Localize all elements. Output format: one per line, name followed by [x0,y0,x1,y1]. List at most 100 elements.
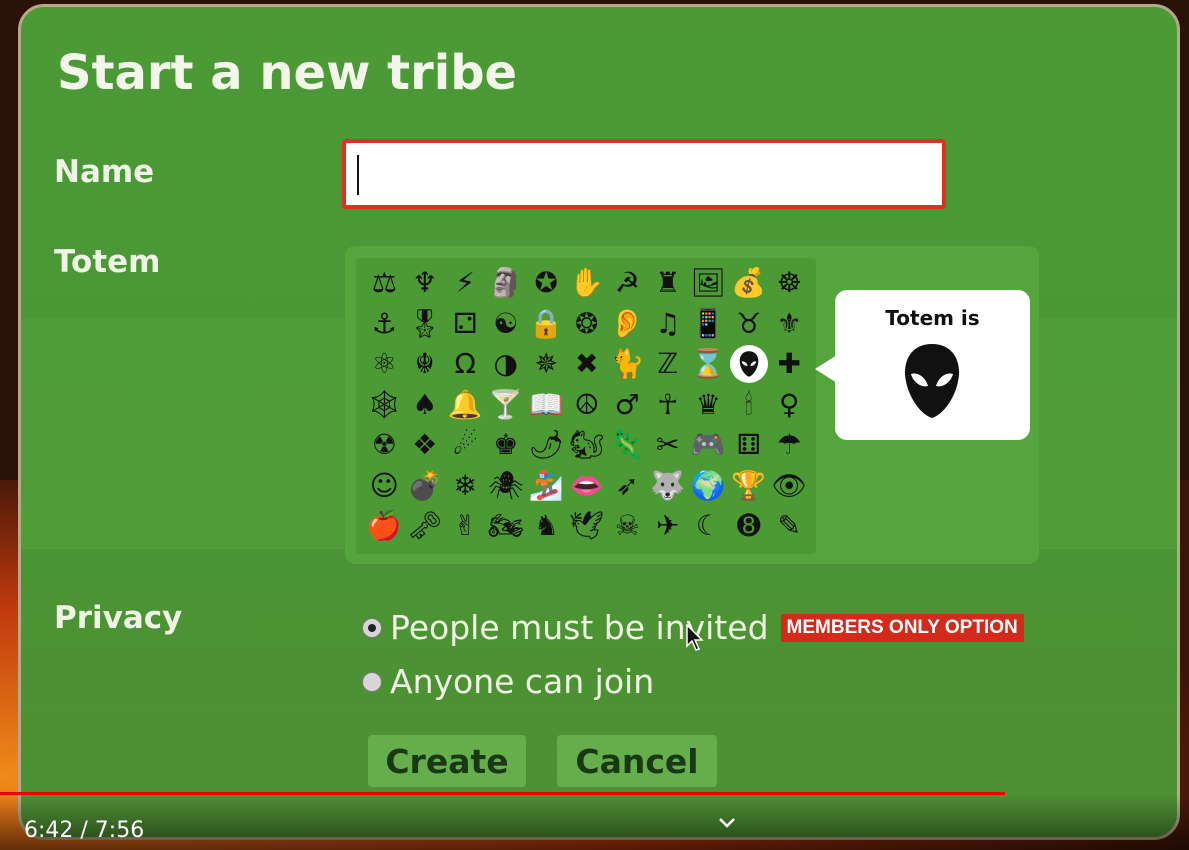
cross-icon[interactable]: ✚ [769,344,810,385]
lips-icon[interactable]: 👄 [567,466,608,507]
globe-icon[interactable]: 🌍 [688,466,729,507]
book-icon[interactable]: 📖 [526,385,567,426]
frame-icon[interactable]: 🖼 [688,263,729,304]
tooltip-arrow [815,355,837,383]
motorcycle-icon[interactable]: 🏍 [486,506,527,547]
members-only-badge: MEMBERS ONLY OPTION [780,613,1024,642]
apple-icon[interactable]: 🍎 [364,506,405,547]
bomb-icon[interactable]: 💣 [405,466,446,507]
flower-icon[interactable]: ❂ [567,304,608,345]
name-input[interactable] [342,139,946,209]
privacy-label: Privacy [54,600,183,636]
comet-icon[interactable]: ☄ [445,425,486,466]
radio-invited[interactable] [362,617,382,638]
money-bag-icon[interactable]: 💰 [729,263,770,304]
totem-tooltip: Totem is [835,290,1030,440]
radio-label-anyone: Anyone can join [390,662,655,701]
pencil-icon[interactable]: ✎ [769,506,810,547]
tooltip-label: Totem is [885,306,980,330]
video-control-bar [0,795,1189,850]
skull-icon[interactable]: ☠ [607,506,648,547]
female-icon[interactable]: ♀ [769,385,810,426]
cat-icon[interactable]: 🐈 [607,344,648,385]
scales-icon[interactable]: ⚖ [364,263,405,304]
half-circle-icon[interactable]: ◑ [486,344,527,385]
gamepad-icon[interactable]: 🎮 [688,425,729,466]
spider-icon[interactable]: 🕷 [486,466,527,507]
khanda-icon[interactable]: ☬ [405,344,446,385]
spade-icon[interactable]: ♠ [405,385,446,426]
dove-icon[interactable]: 🕊 [567,506,608,547]
omega-icon[interactable]: Ω [445,344,486,385]
rook-icon[interactable]: ♜ [648,263,689,304]
knight-icon[interactable]: ♞ [526,506,567,547]
privacy-option-anyone[interactable]: Anyone can join [362,662,654,701]
music-note-icon[interactable]: ♫ [648,304,689,345]
horseshoe-icon[interactable]: ♉ [729,304,770,345]
text-caret [357,155,359,195]
yin-yang-icon[interactable]: ☯ [486,304,527,345]
wheel-icon[interactable]: ☸ [769,263,810,304]
fleur-de-lis-icon[interactable]: ⚜ [769,304,810,345]
pepper-icon[interactable]: 🌶 [526,425,567,466]
video-time: 6:42 / 7:56 [24,818,145,843]
medal-icon[interactable]: 🎖 [405,304,446,345]
scissors-icon[interactable]: ✂ [648,425,689,466]
lock-icon[interactable]: 🔒 [526,304,567,345]
airplane-icon[interactable]: ✈ [648,506,689,547]
hourglass-icon[interactable]: ⌛ [688,344,729,385]
radio-anyone[interactable] [362,671,382,692]
cancel-button[interactable]: Cancel [557,735,717,787]
hammer-sickle-icon[interactable]: ☭ [607,263,648,304]
cocktail-icon[interactable]: 🍸 [486,385,527,426]
crown-icon[interactable]: ♛ [688,385,729,426]
trident-icon[interactable]: ♆ [405,263,446,304]
squirrel-icon[interactable]: 🐿 [567,425,608,466]
web-icon[interactable]: 🕸 [364,385,405,426]
moai-icon[interactable]: 🗿 [486,263,527,304]
candle-icon[interactable]: 🕯 [729,385,770,426]
dice-icon[interactable]: ⚅ [729,425,770,466]
eight-ball-icon[interactable]: ➑ [729,506,770,547]
key-icon[interactable]: 🗝 [405,506,446,547]
king-icon[interactable]: ♚ [486,425,527,466]
alien-icon [905,344,959,418]
bones-icon[interactable]: ✖ [567,344,608,385]
die-icon[interactable]: ⚁ [445,304,486,345]
video-progress-bar[interactable] [0,792,1005,795]
eye-icon[interactable]: 👁 [769,466,810,507]
lightning-icon[interactable]: ⚡ [445,263,486,304]
anchor-icon[interactable]: ⚓ [364,304,405,345]
lizard-icon[interactable]: 🦎 [607,425,648,466]
wolf-icon[interactable]: 🐺 [648,466,689,507]
peace-icon[interactable]: ☮ [567,385,608,426]
knot-icon[interactable]: ✵ [526,344,567,385]
trophy-icon[interactable]: 🏆 [729,466,770,507]
totem-icon-grid: ⚖ ♆ ⚡ 🗿 ✪ ✋ ☭ ♜ 🖼 💰 ☸ ⚓ 🎖 ⚁ ☯ 🔒 ❂ 👂 ♫ 📱 ♉ ⚜ ⚛ ☬ Ω ◑ ✵ ✖ 🐈 ℤ ⌛ ✚ 🕸 ♠ 🔔 🍸 📖 ☮ ♂ ☥… [356,258,816,554]
name-label: Name [54,154,155,190]
arrow-icon[interactable]: ➶ [607,466,648,507]
ankh-icon[interactable]: ☥ [648,385,689,426]
umbrella-icon[interactable]: ☂ [769,425,810,466]
alien-icon[interactable] [729,345,768,383]
ear-icon[interactable]: 👂 [607,304,648,345]
snowflake-icon[interactable]: ❄ [445,466,486,507]
phone-icon[interactable]: 📱 [688,304,729,345]
z-icon[interactable]: ℤ [648,344,689,385]
chevron-down-icon[interactable] [717,816,737,830]
radio-selected-dot [368,623,376,632]
radio-label-invited: People must be invited [390,608,769,647]
totem-label: Totem [54,244,161,280]
hand-icon[interactable]: ✋ [567,263,608,304]
male-icon[interactable]: ♂ [607,385,648,426]
smiley-icon[interactable]: ☺ [364,466,405,507]
atom-icon[interactable]: ⚛ [364,344,405,385]
diamond-cluster-icon[interactable]: ❖ [405,425,446,466]
moon-icon[interactable]: ☾ [688,506,729,547]
snowboard-icon[interactable]: 🏂 [526,466,567,507]
bell-icon[interactable]: 🔔 [445,385,486,426]
radiation-icon[interactable]: ☢ [364,425,405,466]
star-circle-icon[interactable]: ✪ [526,263,567,304]
create-button[interactable]: Create [368,735,526,787]
victory-hand-icon[interactable]: ✌ [445,506,486,547]
